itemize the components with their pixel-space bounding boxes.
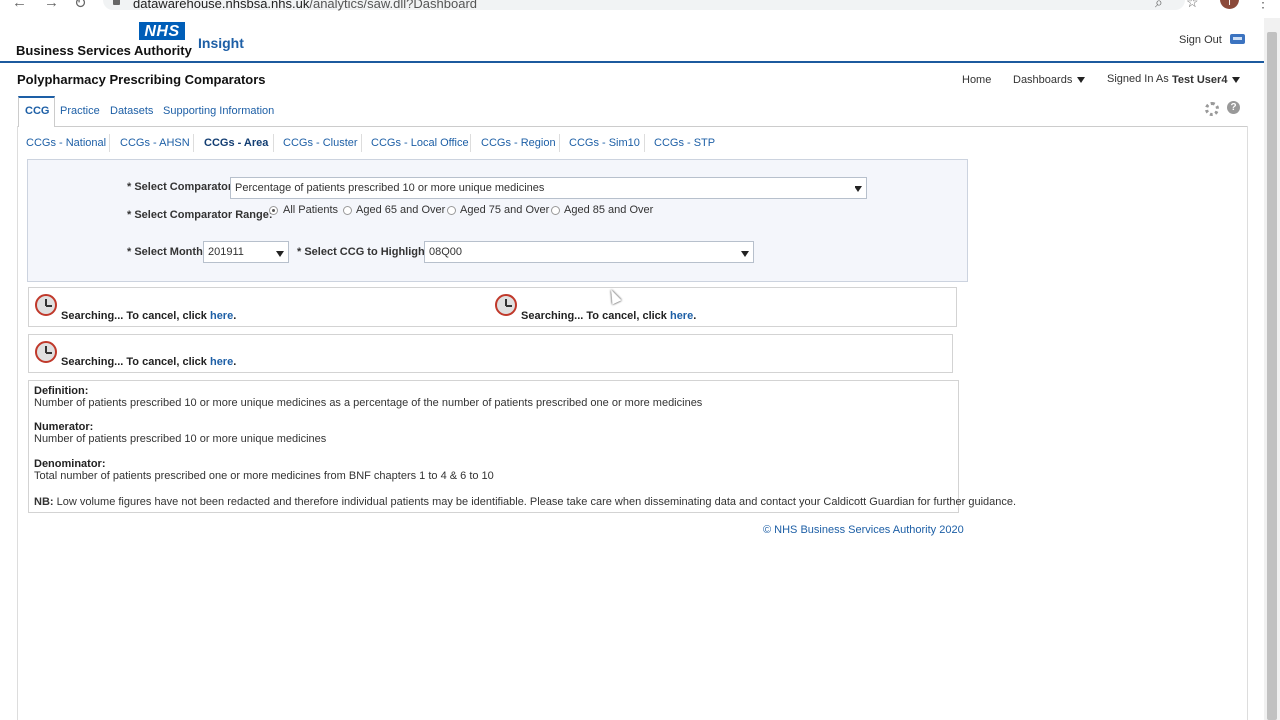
chevron-down-icon xyxy=(1077,77,1086,84)
comparator-select[interactable]: Percentage of patients prescribed 10 or … xyxy=(230,177,856,199)
definition-text: Number of patients prescribed 10 or more… xyxy=(34,397,703,409)
clock-icon xyxy=(35,341,57,363)
profile-avatar[interactable]: T xyxy=(1220,0,1239,9)
gear-icon[interactable] xyxy=(1205,102,1219,116)
subtab-divider xyxy=(470,134,471,152)
user-name: Test User4 xyxy=(1172,74,1228,86)
nb-note: NB: Low volume figures have not been red… xyxy=(34,496,1016,508)
dashboards-menu[interactable]: Dashboards xyxy=(1013,74,1086,86)
subtab-ccgs-region[interactable]: CCGs - Region xyxy=(481,137,556,149)
address-bar[interactable]: datawarehouse.nhsbsa.nhs.uk/analytics/sa… xyxy=(103,0,1185,11)
searching-status: Searching... To cancel, click here. xyxy=(61,310,237,322)
numerator-heading: Numerator: xyxy=(34,421,94,433)
cancel-search-link[interactable]: here xyxy=(210,310,233,322)
search-panel-row-2: Searching... To cancel, click here. xyxy=(28,334,953,373)
subtab-ccgs-national[interactable]: CCGs - National xyxy=(26,137,106,149)
radio-aged-75[interactable] xyxy=(447,206,456,215)
clock-icon xyxy=(35,294,57,316)
site-header: NHS Business Services Authority Insight … xyxy=(0,18,1264,63)
star-icon[interactable]: ☆ xyxy=(1186,0,1199,11)
help-icon[interactable]: ? xyxy=(1227,101,1240,114)
url-text: datawarehouse.nhsbsa.nhs.uk/analytics/sa… xyxy=(133,0,478,11)
radio-label-all-patients: All Patients xyxy=(283,204,339,216)
radio-aged-65[interactable] xyxy=(343,206,352,215)
subtab-ccgs-sim10[interactable]: CCGs - Sim10 xyxy=(569,137,640,149)
radio-label-aged-85: Aged 85 and Over xyxy=(564,204,654,216)
nb-text: Low volume figures have not been redacte… xyxy=(53,496,1017,508)
scrollbar-thumb[interactable] xyxy=(1267,32,1277,720)
comparator-dropdown-button[interactable] xyxy=(855,177,867,199)
tab-supporting-information[interactable]: Supporting Information xyxy=(163,105,274,117)
range-label: * Select Comparator Range: xyxy=(127,209,273,221)
subtab-divider xyxy=(193,134,194,152)
cancel-search-link[interactable]: here xyxy=(670,310,693,322)
forward-icon[interactable]: → xyxy=(44,0,59,11)
ccg-highlight-select[interactable]: 08Q00 xyxy=(424,241,754,263)
browser-toolbar: ← → ↻ datawarehouse.nhsbsa.nhs.uk/analyt… xyxy=(0,0,1280,14)
sign-out-link[interactable]: Sign Out xyxy=(1179,34,1222,46)
numerator-text: Number of patients prescribed 10 or more… xyxy=(34,433,327,445)
org-name: Business Services Authority xyxy=(16,43,192,58)
menu-icon[interactable]: ⋮ xyxy=(1256,0,1270,11)
subtab-ccgs-ahsn[interactable]: CCGs - AHSN xyxy=(120,137,190,149)
sign-out-icon[interactable] xyxy=(1230,34,1245,44)
subtab-divider xyxy=(559,134,560,152)
subtab-divider xyxy=(361,134,362,152)
user-menu[interactable]: Test User4 xyxy=(1172,74,1241,86)
tab-practice[interactable]: Practice xyxy=(60,105,100,117)
subtab-ccgs-cluster[interactable]: CCGs - Cluster xyxy=(283,137,358,149)
comparator-label: * Select Comparator: xyxy=(127,181,236,193)
denominator-text: Total number of patients prescribed one … xyxy=(34,470,494,482)
dashboards-label: Dashboards xyxy=(1013,74,1073,86)
searching-status: Searching... To cancel, click here. xyxy=(61,356,237,368)
chevron-down-icon xyxy=(1232,77,1241,84)
back-icon[interactable]: ← xyxy=(12,0,27,11)
month-label: * Select Month: xyxy=(127,246,207,258)
home-link[interactable]: Home xyxy=(962,74,991,86)
searching-status: Searching... To cancel, click here. xyxy=(521,310,697,322)
radio-label-aged-65: Aged 65 and Over xyxy=(356,204,446,216)
radio-all-patients[interactable] xyxy=(269,206,278,215)
chevron-down-icon[interactable] xyxy=(741,251,749,257)
chevron-down-icon[interactable] xyxy=(276,251,284,257)
main-tabs: CCG Practice Datasets Supporting Informa… xyxy=(17,96,1247,127)
page-title: Polypharmacy Prescribing Comparators xyxy=(17,72,266,87)
subtab-ccgs-local-office[interactable]: CCGs - Local Office xyxy=(371,137,469,149)
ccg-highlight-label: * Select CCG to Highlight: xyxy=(297,246,433,258)
cancel-search-link[interactable]: here xyxy=(210,356,233,368)
app-name: Insight xyxy=(198,35,244,51)
denominator-heading: Denominator: xyxy=(34,458,106,470)
subtab-ccgs-stp[interactable]: CCGs - STP xyxy=(654,137,715,149)
subtab-divider xyxy=(273,134,274,152)
nb-label: NB: xyxy=(34,496,54,508)
definition-heading: Definition: xyxy=(34,385,89,397)
tab-datasets[interactable]: Datasets xyxy=(110,105,153,117)
copyright-footer: © NHS Business Services Authority 2020 xyxy=(763,524,964,536)
tab-ccg[interactable]: CCG xyxy=(25,105,49,117)
search-panel-row-1: Searching... To cancel, click here. Sear… xyxy=(28,287,957,327)
lock-icon xyxy=(113,0,120,5)
nhs-logo: NHS xyxy=(139,22,185,40)
radio-aged-85[interactable] xyxy=(551,206,560,215)
subtab-divider xyxy=(644,134,645,152)
search-icon[interactable]: ⌕ xyxy=(1155,0,1163,11)
signed-in-label: Signed In As xyxy=(1107,73,1169,85)
subtab-divider xyxy=(109,134,110,152)
radio-label-aged-75: Aged 75 and Over xyxy=(460,204,550,216)
clock-icon xyxy=(495,294,517,316)
subtab-ccgs-area[interactable]: CCGs - Area xyxy=(204,137,268,149)
prompts-panel: * Select Comparator: Percentage of patie… xyxy=(27,159,968,282)
vertical-scrollbar[interactable] xyxy=(1264,18,1280,720)
reload-icon[interactable]: ↻ xyxy=(74,0,87,12)
chevron-down-icon xyxy=(855,186,862,192)
definition-panel: Definition: Number of patients prescribe… xyxy=(28,380,1016,513)
